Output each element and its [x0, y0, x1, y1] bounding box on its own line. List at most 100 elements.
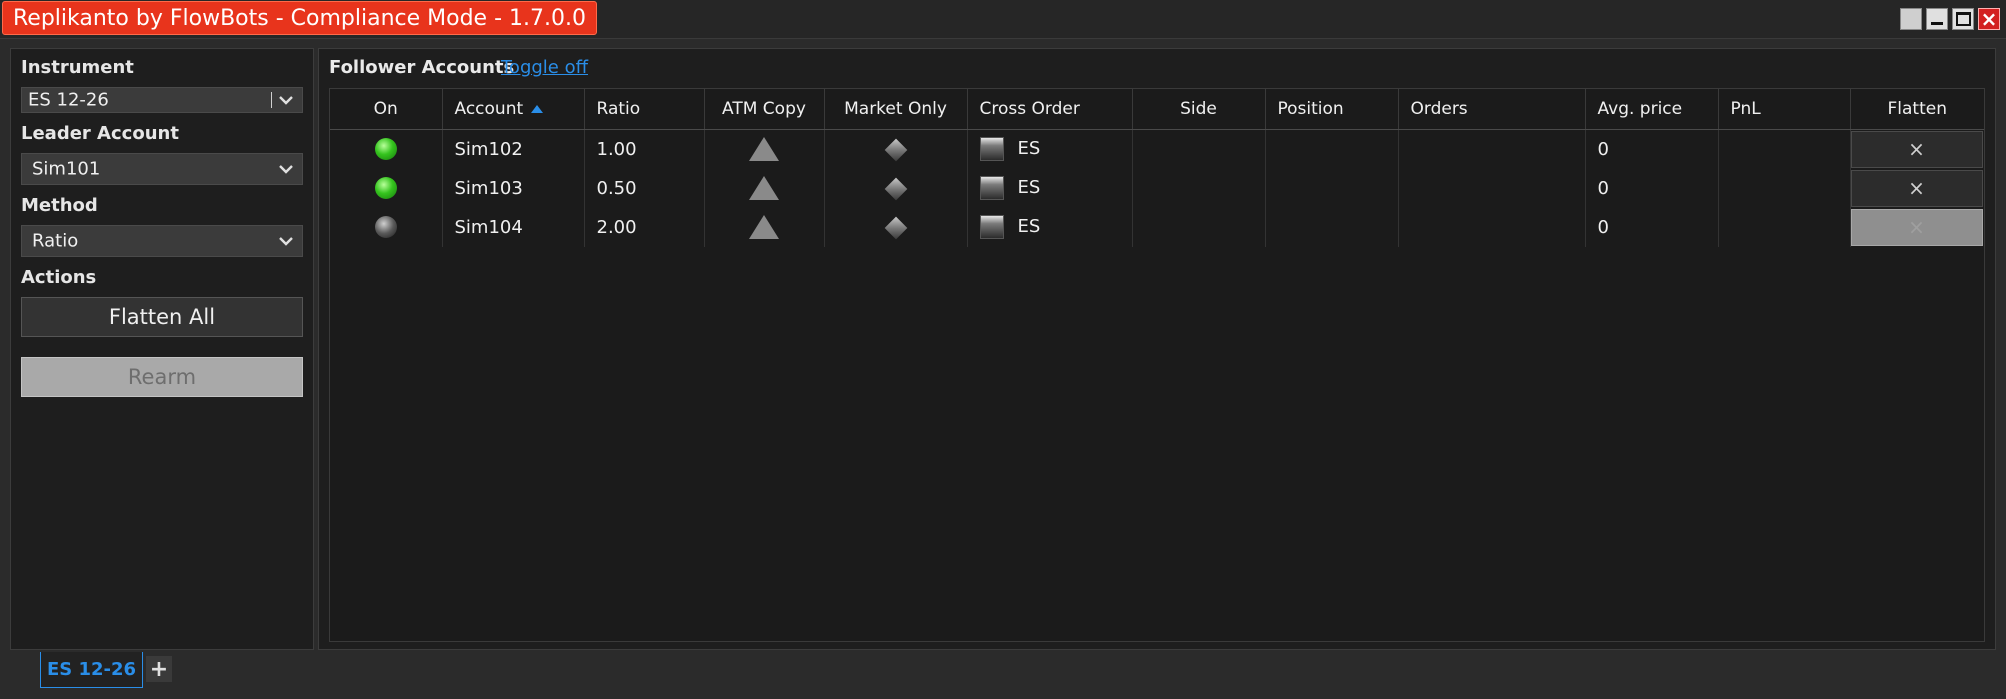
add-tab-button[interactable]: + [146, 656, 172, 682]
atm-copy-cell [704, 129, 825, 169]
column-header-atm-copy[interactable]: ATM Copy [704, 89, 825, 130]
column-header-avg-price[interactable]: Avg. price [1585, 89, 1719, 130]
position-cell [1265, 168, 1399, 208]
flatten-all-button[interactable]: Flatten All [21, 297, 303, 337]
chevron-down-icon [279, 237, 293, 246]
market-only-toggle-icon[interactable] [884, 216, 907, 239]
instrument-value: ES 12-26 [28, 89, 109, 111]
table-row: Sim102 1.00 ES 0 × [330, 129, 1984, 169]
rearm-button[interactable]: Rearm [21, 357, 303, 397]
cross-order-instrument: ES [1017, 177, 1041, 198]
method-select[interactable]: Ratio [21, 225, 303, 257]
column-header-pnl[interactable]: PnL [1718, 89, 1851, 130]
close-icon[interactable]: × [1978, 8, 2000, 30]
instrument-tab-strip: ES 12-26 + [0, 652, 2006, 699]
status-led-on-icon[interactable] [374, 138, 397, 160]
column-header-account[interactable]: Account [442, 89, 585, 130]
chevron-down-icon[interactable] [276, 90, 296, 110]
combo-separator [271, 92, 272, 108]
restore-icon[interactable] [1900, 8, 1922, 30]
sort-ascending-icon [531, 104, 544, 113]
table-row: Sim103 0.50 ES 0 × [330, 168, 1984, 208]
account-cell: Sim103 [442, 168, 585, 208]
pnl-cell [1718, 168, 1851, 208]
avg-price-cell: 0 [1585, 168, 1719, 208]
column-header-flatten[interactable]: Flatten [1850, 89, 1984, 130]
column-header-account-label: Account [454, 98, 524, 119]
atm-copy-toggle-icon[interactable] [749, 137, 779, 161]
instrument-selector[interactable]: ES 12-26 [21, 87, 303, 113]
cross-order-checkbox[interactable] [979, 176, 1004, 200]
atm-copy-cell [704, 207, 825, 247]
ratio-cell[interactable]: 1.00 [584, 129, 705, 169]
market-only-toggle-icon[interactable] [884, 177, 907, 200]
column-header-cross-order[interactable]: Cross Order [967, 89, 1133, 130]
cross-order-cell: ES [967, 168, 1133, 208]
avg-price-cell: 0 [1585, 207, 1719, 247]
follower-accounts-grid: On Account Ratio ATM Copy Market Only Cr… [329, 88, 1985, 642]
market-only-toggle-icon[interactable] [884, 138, 907, 161]
cross-order-cell: ES [967, 207, 1133, 247]
flatten-cell: × [1850, 169, 1984, 208]
column-header-ratio[interactable]: Ratio [584, 89, 705, 130]
leader-account-value: Sim101 [32, 158, 101, 180]
cross-order-instrument: ES [1017, 138, 1041, 159]
status-led-on-icon[interactable] [374, 177, 397, 199]
account-cell: Sim102 [442, 129, 585, 169]
ratio-cell[interactable]: 0.50 [584, 168, 705, 208]
column-header-orders[interactable]: Orders [1398, 89, 1586, 130]
cross-order-cell: ES [967, 129, 1133, 169]
maximize-icon[interactable] [1952, 8, 1974, 30]
atm-copy-toggle-icon[interactable] [749, 215, 779, 239]
atm-copy-cell [704, 168, 825, 208]
method-label: Method [21, 195, 98, 216]
actions-label: Actions [21, 267, 97, 288]
avg-price-cell: 0 [1585, 129, 1719, 169]
toggle-off-link[interactable]: Toggle off [501, 57, 588, 78]
follower-accounts-title: Follower Accounts [329, 57, 515, 78]
minimize-icon[interactable] [1926, 8, 1948, 30]
window-controls: × [1900, 8, 2000, 30]
orders-cell [1398, 129, 1586, 169]
orders-cell [1398, 168, 1586, 208]
tab-es-12-26[interactable]: ES 12-26 [40, 652, 143, 688]
pnl-cell [1718, 207, 1851, 247]
side-cell [1132, 168, 1266, 208]
side-cell [1132, 207, 1266, 247]
settings-panel: Instrument ES 12-26 Leader Account Sim10… [10, 48, 314, 650]
flatten-row-button[interactable]: × [1850, 130, 1983, 168]
table-row: Sim104 2.00 ES 0 × [330, 207, 1984, 247]
cross-order-checkbox[interactable] [979, 215, 1004, 239]
follower-table: On Account Ratio ATM Copy Market Only Cr… [330, 89, 1984, 247]
flatten-cell: × [1850, 129, 1984, 169]
instrument-label: Instrument [21, 57, 134, 78]
column-header-market-only[interactable]: Market Only [824, 89, 968, 130]
position-cell [1265, 129, 1399, 169]
table-header-row: On Account Ratio ATM Copy Market Only Cr… [330, 89, 1984, 130]
account-cell: Sim104 [442, 207, 585, 247]
leader-account-select[interactable]: Sim101 [21, 153, 303, 185]
cross-order-checkbox[interactable] [979, 137, 1004, 161]
on-cell [330, 129, 443, 169]
column-header-side[interactable]: Side [1132, 89, 1266, 130]
column-header-position[interactable]: Position [1265, 89, 1399, 130]
cross-order-instrument: ES [1017, 216, 1041, 237]
atm-copy-toggle-icon[interactable] [749, 176, 779, 200]
ratio-cell[interactable]: 2.00 [584, 207, 705, 247]
leader-account-label: Leader Account [21, 123, 179, 144]
market-only-cell [824, 168, 968, 208]
column-header-on[interactable]: On [330, 89, 443, 130]
follower-accounts-panel: Follower Accounts Toggle off On Account … [318, 48, 1996, 650]
status-led-off-icon[interactable] [374, 216, 397, 238]
side-cell [1132, 129, 1266, 169]
flatten-cell: × [1850, 208, 1984, 247]
market-only-cell [824, 207, 968, 247]
window-title: Replikanto by FlowBots - Compliance Mode… [2, 1, 597, 35]
orders-cell [1398, 207, 1586, 247]
position-cell [1265, 207, 1399, 247]
on-cell [330, 168, 443, 208]
chevron-down-icon [279, 165, 293, 174]
title-bar: Replikanto by FlowBots - Compliance Mode… [0, 0, 2006, 39]
method-value: Ratio [32, 230, 79, 252]
flatten-row-button[interactable]: × [1850, 169, 1983, 207]
